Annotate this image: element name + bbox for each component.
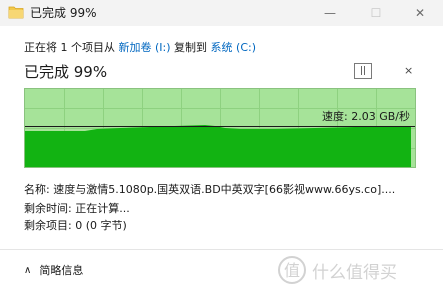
- less-details-label: 简略信息: [39, 264, 84, 277]
- speed-label: 速度: 2.03 GB/秒: [322, 110, 410, 123]
- svg-text:值: 值: [284, 261, 300, 280]
- copy-description: 正在将 1 个项目从 新加卷 (I:) 复制到 系统 (C:): [24, 39, 256, 55]
- title-bar: 已完成 99% — ☐ ✕: [0, 0, 443, 26]
- file-name: 名称: 速度与激情5.1080p.国英双语.BD中英双字[66影视www.66y…: [24, 183, 396, 196]
- minimize-button[interactable]: —: [307, 0, 353, 26]
- close-button[interactable]: ✕: [397, 0, 443, 26]
- pause-button[interactable]: ||: [354, 63, 372, 79]
- destination-link[interactable]: 系统 (C:): [211, 41, 256, 54]
- cancel-button[interactable]: ×: [404, 64, 413, 77]
- speed-graph-canvas: [25, 89, 415, 167]
- copy-progress-dialog: 已完成 99% — ☐ ✕ 正在将 1 个项目从 新加卷 (I:) 复制到 系统…: [0, 0, 443, 291]
- watermark: 值 什么值得买: [277, 253, 439, 287]
- items-remaining: 剩余项目: 0 (0 字节): [24, 219, 127, 232]
- time-remaining: 剩余时间: 正在计算...: [24, 202, 130, 215]
- watermark-text: 什么值得买: [312, 263, 397, 283]
- folder-icon: [8, 6, 24, 19]
- source-link[interactable]: 新加卷 (I:): [119, 41, 171, 54]
- copy-middle-text: 复制到: [170, 41, 211, 54]
- maximize-button[interactable]: ☐: [353, 0, 399, 26]
- chevron-up-icon: ∧: [24, 264, 32, 276]
- watermark-logo-icon: 值: [278, 256, 306, 284]
- copy-prefix-text: 正在将 1 个项目从: [24, 41, 119, 54]
- progress-title: 已完成 99%: [24, 63, 108, 81]
- less-details-button[interactable]: ∧ 简略信息: [24, 262, 83, 278]
- window-title: 已完成 99%: [30, 6, 97, 20]
- speed-history-area: [25, 125, 411, 167]
- transfer-speed-graph: 速度: 2.03 GB/秒: [24, 88, 416, 168]
